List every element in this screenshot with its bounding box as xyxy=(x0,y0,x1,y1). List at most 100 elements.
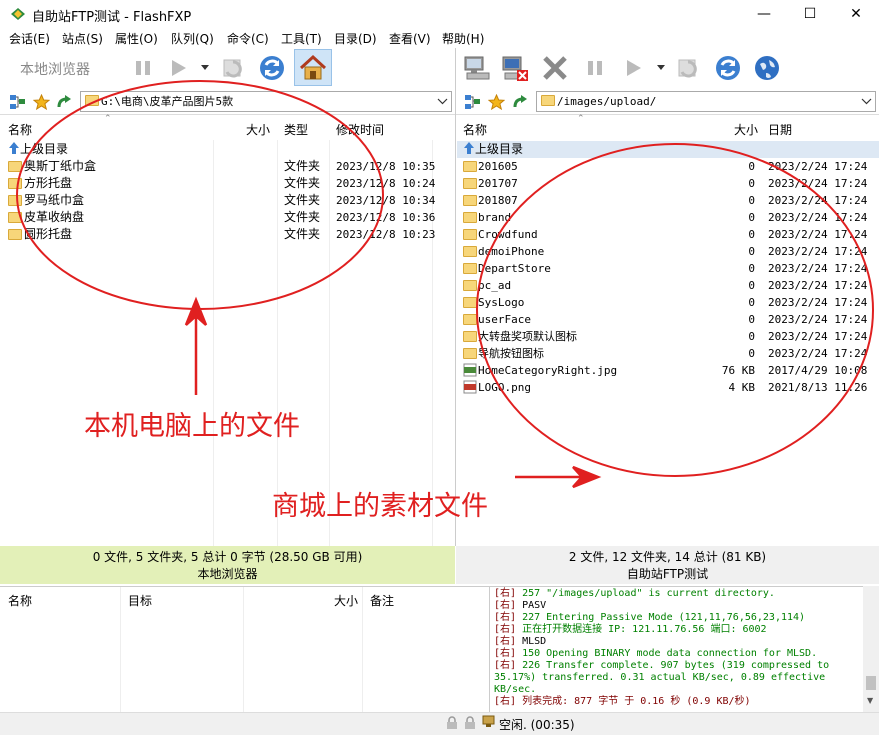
folder-icon xyxy=(463,314,477,325)
chevron-down-icon[interactable] xyxy=(656,63,666,71)
menu-bar: 会话(E) 站点(S) 属性(O) 队列(Q) 命令(C) 工具(T) 目录(D… xyxy=(0,28,879,48)
right-path-combobox[interactable]: /images/upload/ xyxy=(536,91,876,112)
pause-icon[interactable] xyxy=(580,52,610,84)
right-file-row[interactable]: 201605 0 2023/2/24 17:24 xyxy=(463,158,873,175)
right-file-row[interactable]: 201707 0 2023/2/24 17:24 xyxy=(463,175,873,192)
right-file-row[interactable]: 201807 0 2023/2/24 17:24 xyxy=(463,192,873,209)
right-header-size[interactable]: 大小 xyxy=(734,121,758,140)
refresh-icon[interactable] xyxy=(713,52,743,84)
file-size: 0 xyxy=(748,296,755,309)
abort-icon[interactable] xyxy=(540,52,570,84)
globe-icon[interactable] xyxy=(752,52,782,84)
queue-header-note[interactable]: 备注 xyxy=(370,592,394,609)
menu-help[interactable]: 帮助(H) xyxy=(442,30,484,47)
left-file-row[interactable]: 皮革收纳盘 文件夹 2023/12/8 10:36 xyxy=(8,209,448,226)
folder-icon xyxy=(463,195,477,206)
refresh-disabled-icon[interactable] xyxy=(219,52,249,84)
queue-header-size[interactable]: 大小 xyxy=(334,592,358,609)
maximize-button[interactable]: ☐ xyxy=(787,0,833,28)
queue-header-name[interactable]: 名称 xyxy=(8,592,32,609)
left-path-combobox[interactable]: G:\电商\皮革产品图片5款 xyxy=(80,91,452,112)
right-header-name[interactable]: 名称 xyxy=(463,121,487,140)
play-icon[interactable] xyxy=(163,52,193,84)
right-file-row[interactable]: demoiPhone 0 2023/2/24 17:24 xyxy=(463,243,873,260)
menu-session[interactable]: 会话(E) xyxy=(9,30,50,47)
menu-tools[interactable]: 工具(T) xyxy=(281,30,322,47)
right-file-row[interactable]: DepartStore 0 2023/2/24 17:24 xyxy=(463,260,873,277)
file-size: 0 xyxy=(748,279,755,292)
left-file-row[interactable]: 奥斯丁纸巾盒 文件夹 2023/12/8 10:35 xyxy=(8,158,448,175)
file-size: 0 xyxy=(748,347,755,360)
right-up-row[interactable]: 上级目录 xyxy=(463,141,523,158)
left-header-mtime[interactable]: 修改时间 xyxy=(336,121,384,140)
file-name: 罗马纸巾盒 xyxy=(24,193,85,207)
right-panel-name: 自助站FTP测试 xyxy=(626,567,709,581)
right-header-date[interactable]: 日期 xyxy=(768,121,792,140)
file-date: 2023/2/24 17:24 xyxy=(768,262,868,275)
left-header-size[interactable]: 大小 xyxy=(246,121,270,140)
menu-sites[interactable]: 站点(S) xyxy=(62,30,103,47)
left-file-row[interactable]: 罗马纸巾盒 文件夹 2023/12/8 10:34 xyxy=(8,192,448,209)
column-divider xyxy=(362,587,363,713)
chevron-down-icon[interactable] xyxy=(200,63,210,71)
file-date: 2023/2/24 17:24 xyxy=(768,347,868,360)
right-status-panel: 2 文件, 12 文件夹, 14 总计 (81 KB) 自助站FTP测试 xyxy=(456,546,879,584)
left-file-row[interactable]: 方形托盘 文件夹 2023/12/8 10:24 xyxy=(8,175,448,192)
right-file-row[interactable]: 大转盘奖项默认图标 0 2023/2/24 17:24 xyxy=(463,328,873,345)
menu-directory[interactable]: 目录(D) xyxy=(334,30,377,47)
menu-queue[interactable]: 队列(Q) xyxy=(171,30,214,47)
menu-options[interactable]: 属性(O) xyxy=(115,30,158,47)
left-header-name[interactable]: 名称 xyxy=(8,121,32,140)
right-file-row[interactable]: LOGO.png 4 KB 2021/8/13 11:26 xyxy=(463,379,873,396)
folder-icon xyxy=(8,195,22,206)
log-text: MLSD xyxy=(522,636,547,647)
file-name: userFace xyxy=(478,313,531,326)
left-up-row[interactable]: 上级目录 xyxy=(8,141,68,158)
log-scrollbar[interactable]: ▼ xyxy=(863,586,879,712)
refresh-icon[interactable] xyxy=(257,52,287,84)
menu-commands[interactable]: 命令(C) xyxy=(227,30,269,47)
sort-caret-icon: ⌃ xyxy=(577,114,585,124)
scroll-down-icon[interactable]: ▼ xyxy=(867,696,873,705)
go-parent-arrow-icon[interactable] xyxy=(512,94,529,110)
scrollbar-thumb[interactable] xyxy=(866,676,876,690)
right-file-row[interactable]: Crowdfund 0 2023/2/24 17:24 xyxy=(463,226,873,243)
left-header-type[interactable]: 类型 xyxy=(284,121,308,140)
connect-icon[interactable] xyxy=(462,52,492,84)
pause-icon[interactable] xyxy=(128,52,158,84)
close-button[interactable]: ✕ xyxy=(833,0,879,28)
png-file-icon xyxy=(463,380,477,394)
disconnect-icon[interactable] xyxy=(500,52,530,84)
queue-header-target[interactable]: 目标 xyxy=(128,592,152,609)
left-file-row[interactable]: 圆形托盘 文件夹 2023/12/8 10:23 xyxy=(8,226,448,243)
refresh-disabled-icon[interactable] xyxy=(674,52,704,84)
right-file-row[interactable]: pc_ad 0 2023/2/24 17:24 xyxy=(463,277,873,294)
status-text: 空闲. (00:35) xyxy=(499,718,575,732)
chevron-down-icon[interactable] xyxy=(861,97,872,105)
log-tag: [右] xyxy=(494,660,517,671)
transfer-queue[interactable]: 名称 目标 大小 备注 xyxy=(0,586,489,713)
minimize-button[interactable]: — xyxy=(741,0,787,28)
file-date: 2023/2/24 17:24 xyxy=(768,313,868,326)
left-up-label: 上级目录 xyxy=(20,142,69,156)
log-text: 226 Transfer complete. 907 bytes (319 co… xyxy=(494,660,830,695)
log-tag: [右] xyxy=(494,612,517,623)
file-date: 2023/2/24 17:24 xyxy=(768,177,868,190)
play-icon[interactable] xyxy=(618,52,648,84)
file-name: 方形托盘 xyxy=(24,176,73,190)
favorites-star-icon[interactable] xyxy=(33,94,50,110)
right-file-row[interactable]: userFace 0 2023/2/24 17:24 xyxy=(463,311,873,328)
right-file-row[interactable]: HomeCategoryRight.jpg 76 KB 2017/4/29 10:0… xyxy=(463,362,873,379)
session-log[interactable]: [右] 257 "/images/upload" is current dire… xyxy=(489,586,863,712)
site-tree-icon[interactable] xyxy=(464,94,482,110)
menu-view[interactable]: 查看(V) xyxy=(389,30,431,47)
chevron-down-icon[interactable] xyxy=(437,97,448,105)
left-status-panel: 0 文件, 5 文件夹, 5 总计 0 字节 (28.50 GB 可用) 本地浏… xyxy=(0,546,455,584)
favorites-star-icon[interactable] xyxy=(488,94,505,110)
right-file-row[interactable]: SysLogo 0 2023/2/24 17:24 xyxy=(463,294,873,311)
log-line: [右] 227 Entering Passive Mode (121,11,76… xyxy=(494,612,859,624)
right-file-row[interactable]: brand 0 2023/2/24 17:24 xyxy=(463,209,873,226)
site-tree-icon[interactable] xyxy=(9,94,27,110)
go-parent-arrow-icon[interactable] xyxy=(56,94,73,110)
right-file-row[interactable]: 导航按钮图标 0 2023/2/24 17:24 xyxy=(463,345,873,362)
